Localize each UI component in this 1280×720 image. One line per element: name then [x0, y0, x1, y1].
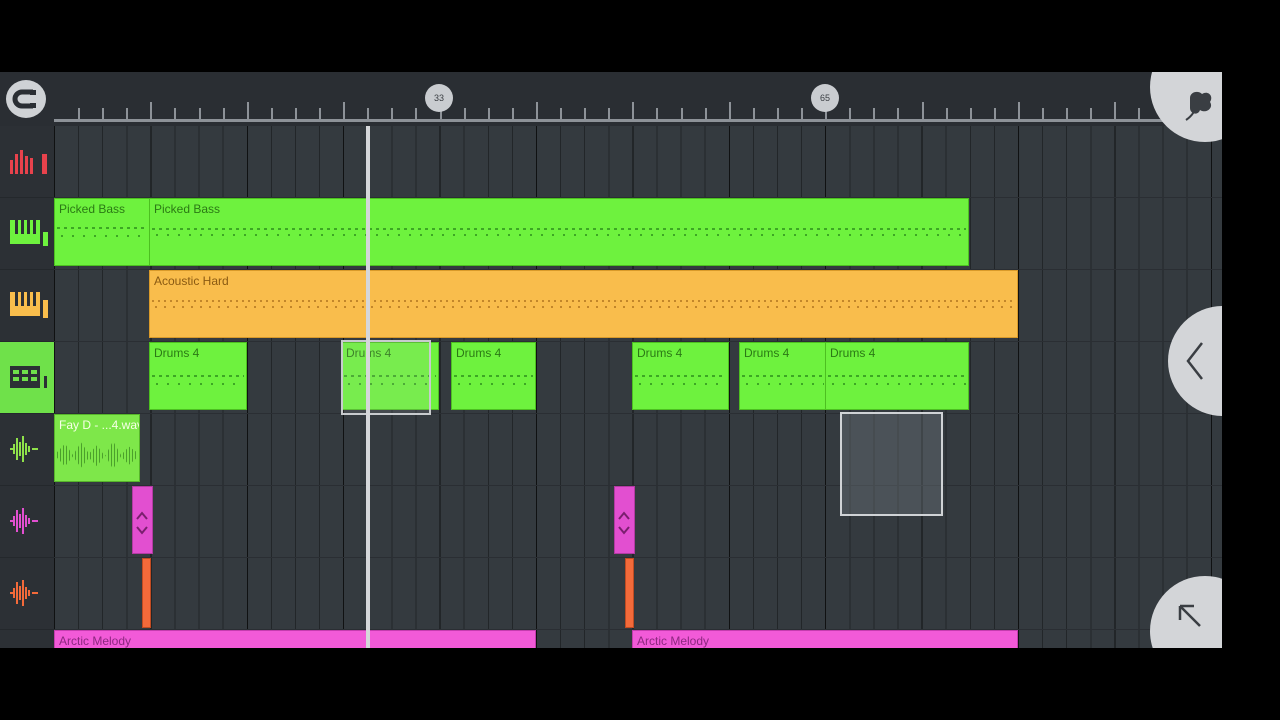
drum-pads-icon [10, 366, 47, 388]
clip-pulse-orange[interactable] [625, 558, 634, 628]
clip-pulse-orange[interactable] [142, 558, 151, 628]
track-headers [0, 126, 54, 648]
audio-wave-icon [10, 580, 38, 606]
clip-arctic-melody[interactable]: Arctic Melody [54, 630, 536, 648]
ruler-tick [415, 108, 418, 119]
track-audio-pink[interactable] [0, 486, 54, 558]
clip-drums[interactable]: Drums 4 [739, 342, 827, 410]
clip-label: Drums 4 [154, 346, 200, 360]
clip-picked-bass[interactable]: Picked Bass [149, 198, 969, 266]
ruler-tick [704, 108, 707, 119]
bar-marker[interactable]: 65 [811, 84, 839, 112]
ruler-tick [222, 108, 225, 119]
ruler-tick [367, 108, 370, 119]
drag-selection [341, 340, 431, 415]
ruler-tick [969, 108, 972, 119]
playlist-window: 33 65 Picked Bass Picked Bass Acoustic H… [0, 72, 1222, 648]
audio-wave-icon [10, 508, 38, 534]
ruler-tick [535, 102, 538, 119]
piano-keys-icon [10, 292, 48, 318]
track-automation[interactable] [0, 126, 54, 198]
clip-label: Picked Bass [154, 202, 221, 216]
track-drums[interactable] [0, 342, 54, 414]
chevron-left-icon [1186, 342, 1203, 380]
audio-pulse-icon [618, 511, 630, 535]
ruler-tick [680, 108, 683, 119]
ruler-tick [560, 108, 562, 119]
ruler-tick [246, 102, 249, 119]
track-picked-bass[interactable] [0, 198, 54, 270]
clip-label: Arctic Melody [59, 634, 132, 648]
ruler-tick [897, 108, 900, 119]
ruler-tick [198, 108, 201, 119]
ruler-tick [294, 108, 297, 119]
track-audio-orange[interactable] [0, 558, 54, 630]
ruler-tick [993, 108, 996, 119]
ruler-tick [150, 102, 153, 119]
ruler-tick [391, 108, 394, 119]
clip-audio-wav[interactable]: Fay D - ...4.wav [54, 414, 140, 482]
clip-label: Drums 4 [830, 346, 876, 360]
ruler-baseline [54, 119, 1164, 122]
magnet-snap-button[interactable] [6, 80, 46, 118]
ruler-tick [270, 108, 273, 119]
clip-label: Drums 4 [744, 346, 790, 360]
clip-drums[interactable]: Drums 4 [451, 342, 536, 410]
ruler-tick [849, 108, 852, 119]
clip-label: Arctic Melody [637, 634, 710, 648]
clip-drums[interactable]: Drums 4 [149, 342, 247, 410]
playhead[interactable] [366, 126, 370, 648]
clip-label: Fay D - ...4.wav [59, 418, 140, 432]
clip-label: Drums 4 [456, 346, 502, 360]
timeline-ruler[interactable]: 33 65 [0, 72, 1222, 127]
ruler-tick [319, 108, 321, 119]
ruler-tick [752, 108, 755, 119]
audio-wave-icon [10, 436, 38, 462]
ruler-tick [776, 108, 779, 119]
ruler-tick [463, 108, 466, 119]
ruler-tick [343, 102, 346, 119]
fl-studio-logo [1185, 91, 1212, 121]
clip-label: Acoustic Hard [154, 274, 229, 288]
ruler-tick [728, 102, 731, 119]
ruler-tick [174, 108, 177, 119]
clip-pulse[interactable] [132, 486, 153, 554]
ruler-tick [584, 108, 587, 119]
arrow-up-left-icon [1178, 604, 1201, 627]
clip-drums[interactable]: Drums 4 [632, 342, 729, 410]
ruler-tick [1066, 108, 1069, 119]
ruler-tick [126, 108, 129, 119]
ruler-tick [1138, 108, 1141, 119]
clip-label: Picked Bass [59, 202, 126, 216]
ruler-tick [1042, 108, 1044, 119]
clip-pulse[interactable] [614, 486, 635, 554]
piano-keys-icon [10, 220, 48, 246]
ruler-tick [873, 108, 876, 119]
ruler-tick [945, 108, 948, 119]
ruler-tick [511, 108, 514, 119]
ruler-tick [102, 108, 105, 119]
clip-label: Drums 4 [637, 346, 683, 360]
ruler-tick [78, 108, 80, 119]
ruler-tick [921, 102, 924, 119]
ruler-tick [1090, 108, 1093, 119]
automation-bars-icon [10, 150, 47, 174]
track-audio-vocal[interactable] [0, 414, 54, 486]
ruler-tick [1114, 102, 1117, 119]
ruler-tick [801, 108, 803, 119]
ruler-tick [487, 108, 490, 119]
bar-marker[interactable]: 33 [425, 84, 453, 112]
track-acoustic[interactable] [0, 270, 54, 342]
ruler-tick [632, 102, 635, 119]
clip-acoustic-hard[interactable]: Acoustic Hard [149, 270, 1018, 338]
clip-drums[interactable]: Drums 4 [825, 342, 969, 410]
ruler-tick [1017, 102, 1020, 119]
ruler-tick [608, 108, 611, 119]
magnet-icon [12, 89, 36, 109]
ruler-tick [656, 108, 659, 119]
clip-picked-bass[interactable]: Picked Bass [54, 198, 150, 266]
selection-box[interactable] [840, 412, 943, 516]
audio-pulse-icon [136, 511, 148, 535]
clip-arctic-melody[interactable]: Arctic Melody [632, 630, 1018, 648]
